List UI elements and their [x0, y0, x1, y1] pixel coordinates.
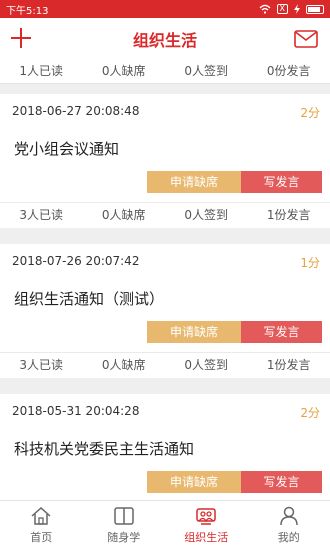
stat-signed: 0人签到 [184, 358, 229, 372]
nav-item-org-life[interactable]: 组织生活 [165, 501, 248, 550]
notice-title: 组织生活通知（测试） [14, 290, 165, 308]
notice-title: 科技机关党委民主生活通知 [14, 440, 195, 458]
notice-stats: 3人已读 0人缺席 0人签到 1份发言 [0, 354, 330, 376]
stat-absent: 0人缺席 [101, 208, 146, 222]
stat-absent: 0人缺席 [101, 358, 146, 372]
apply-absence-button[interactable]: 申请缺席 [147, 171, 241, 193]
notice-title: 党小组会议通知 [14, 140, 120, 158]
notice-card[interactable]: 2018-05-31 20:04:28 2分 科技机关党委民主生活通知 申请缺席… [0, 394, 330, 500]
divider [0, 202, 330, 203]
plus-icon[interactable] [10, 27, 32, 49]
notice-card[interactable]: 2018-06-27 20:08:48 2分 党小组会议通知 申请缺席 写发言 … [0, 94, 330, 228]
notice-score: 1分 [300, 256, 320, 270]
summary-stats: 1人已读 0人缺席 0人签到 0份发言 [0, 60, 330, 84]
stat-speeches: 1份发言 [266, 358, 311, 372]
notification-x-icon: X [276, 4, 288, 14]
summary-absent: 0人缺席 [101, 64, 146, 78]
group-icon [196, 508, 216, 525]
nav-label: 首页 [30, 531, 53, 544]
book-icon [114, 507, 134, 525]
app-header: 组织生活 [0, 18, 330, 60]
notice-datetime: 2018-05-31 20:04:28 [12, 404, 140, 418]
notice-datetime: 2018-06-27 20:08:48 [12, 104, 140, 118]
user-icon [280, 506, 298, 526]
write-speech-button[interactable]: 写发言 [241, 471, 322, 493]
wifi-icon [259, 4, 270, 14]
status-icons: X [259, 4, 324, 14]
battery-icon [306, 4, 324, 14]
summary-speeches: 0份发言 [266, 64, 311, 78]
notice-actions: 申请缺席 写发言 [147, 171, 322, 193]
write-speech-button[interactable]: 写发言 [241, 321, 322, 343]
status-time: 下午5:13 [6, 5, 49, 17]
mail-icon[interactable] [294, 30, 318, 48]
charging-icon [294, 4, 300, 14]
notice-card[interactable]: 2018-07-26 20:07:42 1分 组织生活通知（测试） 申请缺席 写… [0, 244, 330, 378]
page-title: 组织生活 [132, 31, 197, 50]
summary-read: 1人已读 [19, 64, 64, 78]
stat-signed: 0人签到 [184, 208, 229, 222]
notice-actions: 申请缺席 写发言 [147, 471, 322, 493]
notice-actions: 申请缺席 写发言 [147, 321, 322, 343]
notice-datetime: 2018-07-26 20:07:42 [12, 254, 140, 268]
stat-read: 3人已读 [19, 358, 64, 372]
nav-item-study[interactable]: 随身学 [83, 501, 166, 550]
notice-stats: 3人已读 0人缺席 0人签到 1份发言 [0, 204, 330, 226]
nav-item-mine[interactable]: 我的 [248, 501, 330, 550]
write-speech-button[interactable]: 写发言 [241, 171, 322, 193]
notice-score: 2分 [300, 406, 320, 420]
nav-label: 随身学 [107, 531, 141, 544]
stat-speeches: 1份发言 [266, 208, 311, 222]
stat-read: 3人已读 [19, 208, 64, 222]
status-bar: 下午5:13 X [0, 0, 330, 18]
home-icon [31, 506, 51, 525]
divider [0, 352, 330, 353]
nav-label: 我的 [277, 531, 300, 544]
summary-signed: 0人签到 [184, 64, 229, 78]
apply-absence-button[interactable]: 申请缺席 [147, 471, 241, 493]
apply-absence-button[interactable]: 申请缺席 [147, 321, 241, 343]
nav-label: 组织生活 [184, 531, 229, 544]
nav-item-home[interactable]: 首页 [0, 501, 83, 550]
bottom-nav: 首页 随身学 组织生活 我的 [0, 500, 330, 550]
notice-score: 2分 [300, 106, 320, 120]
